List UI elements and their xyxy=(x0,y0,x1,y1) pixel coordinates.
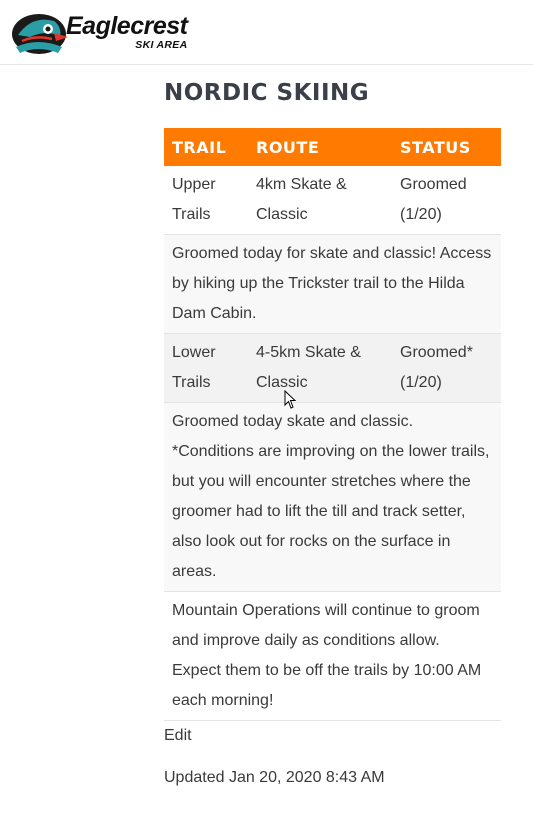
trail-cell: Lower Trails xyxy=(164,333,248,403)
column-header-route: ROUTE xyxy=(248,128,392,166)
status-cell: Groomed* (1/20) xyxy=(392,333,501,403)
route-cell: 4-5km Skate & Classic xyxy=(248,333,392,403)
column-header-trail: TRAIL xyxy=(164,128,248,166)
mouse-cursor-icon xyxy=(284,390,297,409)
table-row: Lower Trails 4-5km Skate & Classic Groom… xyxy=(164,333,501,403)
operations-note-row: Mountain Operations will continue to gro… xyxy=(164,591,501,721)
route-cell: 4km Skate & Classic xyxy=(248,166,392,235)
trail-note: Groomed today skate and classic. *Condit… xyxy=(164,402,501,592)
edit-link[interactable]: Edit xyxy=(164,727,192,745)
trail-note-row: Groomed today skate and classic. *Condit… xyxy=(164,402,501,592)
site-logo[interactable]: Eaglecrest SKI AREA xyxy=(8,6,193,58)
table-row: Upper Trails 4km Skate & Classic Groomed… xyxy=(164,166,501,235)
column-header-status: STATUS xyxy=(392,128,501,166)
site-header: Eaglecrest SKI AREA xyxy=(0,0,533,65)
trail-cell: Upper Trails xyxy=(164,166,248,235)
table-header-row: TRAIL ROUTE STATUS xyxy=(164,128,501,166)
page-title: NORDIC SKIING xyxy=(164,80,370,106)
trail-note: Groomed today for skate and classic! Acc… xyxy=(164,234,501,334)
status-cell: Groomed (1/20) xyxy=(392,166,501,235)
logo-name: Eaglecrest xyxy=(66,11,188,40)
trail-status-table: TRAIL ROUTE STATUS Upper Trails 4km Skat… xyxy=(164,128,501,721)
operations-note: Mountain Operations will continue to gro… xyxy=(164,591,501,721)
main-content: NORDIC SKIING TRAIL ROUTE STATUS Upper T… xyxy=(164,76,501,787)
updated-timestamp: Updated Jan 20, 2020 8:43 AM xyxy=(164,769,385,786)
trail-note-row: Groomed today for skate and classic! Acc… xyxy=(164,234,501,334)
eagle-logo-icon xyxy=(12,14,68,54)
logo-subtitle: SKI AREA xyxy=(135,38,188,51)
